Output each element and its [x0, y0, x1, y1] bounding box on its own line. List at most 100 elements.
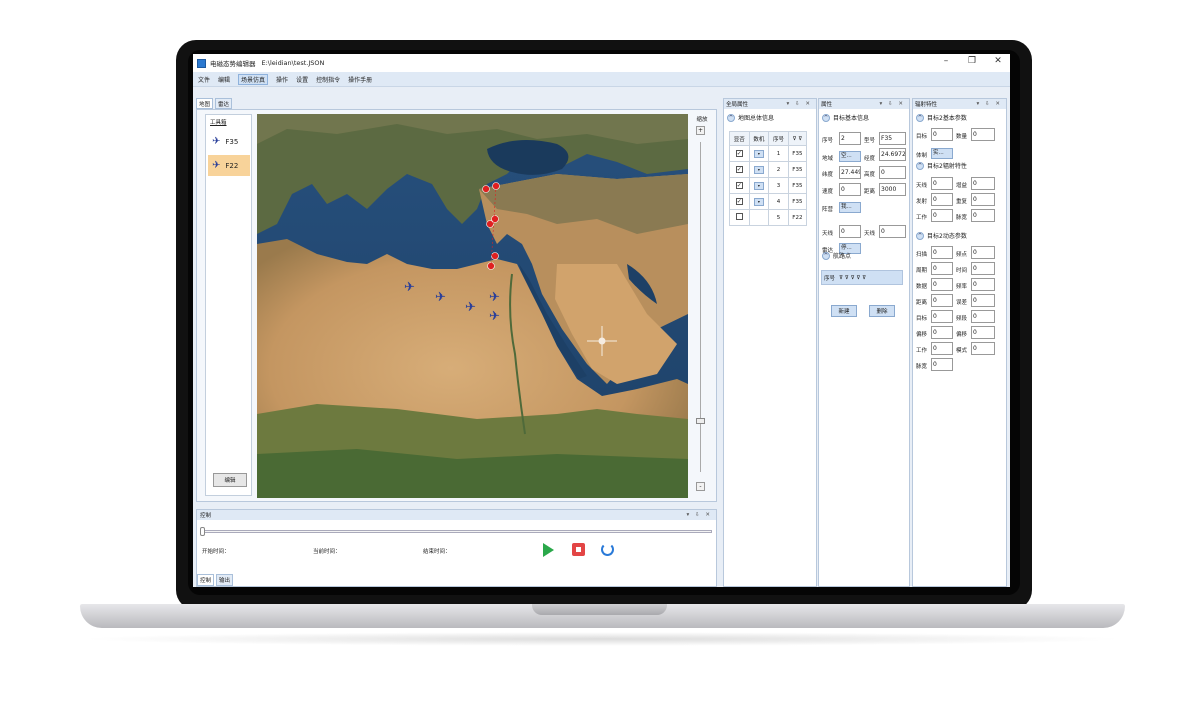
collapse-icon[interactable]: ^	[916, 113, 924, 122]
zoom-in-button[interactable]: +	[696, 126, 705, 135]
tool-f35[interactable]: ✈ F35	[208, 131, 250, 152]
param-field[interactable]: 0	[971, 246, 995, 259]
dropdown-icon[interactable]: ▾	[753, 197, 764, 206]
speed-field[interactable]: 0	[839, 183, 861, 196]
collapse-icon[interactable]: ^	[822, 251, 830, 260]
filter-icon[interactable]: ⊽ ⊽	[787, 131, 808, 146]
param-field[interactable]: 0	[931, 246, 953, 259]
close-button[interactable]: ✕	[991, 56, 1005, 66]
alt-field[interactable]: 0	[879, 166, 906, 179]
map-info-section[interactable]: ^ 地图总体信息	[727, 113, 816, 122]
dynamic-section[interactable]: ^ 目标2动态参数	[916, 231, 967, 240]
waypoint-marker[interactable]	[482, 185, 490, 193]
menu-operate[interactable]: 操作	[276, 75, 288, 84]
tab-map[interactable]: 地图	[196, 98, 214, 109]
collapse-icon[interactable]: ^	[822, 113, 830, 122]
domain-dropdown[interactable]: 空...	[839, 151, 861, 162]
param-field[interactable]: 0	[931, 358, 953, 371]
model-field[interactable]: F35	[879, 132, 906, 145]
dropdown-icon[interactable]: ▾	[753, 181, 764, 190]
stop-icon[interactable]	[572, 543, 585, 556]
basic-params-section[interactable]: ^ 目标2基本参数	[916, 113, 1006, 122]
menu-settings[interactable]: 设置	[296, 75, 308, 84]
param-field[interactable]: 0	[931, 177, 953, 190]
param-field[interactable]: 0	[971, 342, 995, 355]
camp-dropdown[interactable]: 我...	[839, 202, 861, 213]
show-checkbox[interactable]: ✓	[735, 182, 743, 189]
maximize-button[interactable]: ❐	[965, 56, 979, 66]
param-field[interactable]: 0	[971, 193, 995, 206]
pane-controls[interactable]: ▾ ⇩ ✕	[787, 101, 812, 107]
edit-button[interactable]: 编辑	[213, 473, 247, 487]
minimize-button[interactable]: –	[939, 56, 953, 66]
param-field[interactable]: 0	[931, 326, 953, 339]
timeline-track[interactable]	[202, 530, 712, 533]
delete-button[interactable]: 删除	[869, 305, 895, 317]
table-row[interactable]: ✓ ▾ 4 F35	[729, 193, 808, 210]
type-dropdown[interactable]: 实...	[931, 148, 953, 159]
dist-field[interactable]: 3000	[879, 183, 906, 196]
waypoint-marker[interactable]	[491, 252, 499, 260]
show-checkbox[interactable]	[735, 213, 743, 220]
menu-file[interactable]: 文件	[198, 75, 210, 84]
waypoint-marker[interactable]	[486, 220, 494, 228]
param-field[interactable]: 0	[971, 177, 995, 190]
param-field[interactable]: 0	[931, 278, 953, 291]
tool-f22[interactable]: ✈ F22	[208, 155, 250, 176]
zoom-slider-thumb[interactable]	[696, 418, 705, 424]
collapse-icon[interactable]: ^	[916, 161, 924, 170]
aircraft-icon[interactable]: ✈	[489, 309, 500, 324]
reset-icon[interactable]	[601, 543, 614, 556]
table-row[interactable]: 5 F22	[729, 209, 808, 226]
table-row[interactable]: ✓ ▾ 1 F35	[729, 145, 808, 162]
table-row[interactable]: ✓ ▾ 2 F35	[729, 161, 808, 178]
param-field[interactable]: 0	[971, 326, 995, 339]
param-field[interactable]: 0	[931, 128, 953, 141]
pane-controls[interactable]: ▾ ⇩ ✕	[687, 512, 712, 518]
waypoints-section[interactable]: ^ 航路点	[822, 251, 851, 260]
menu-control-command[interactable]: 控制指令	[316, 75, 340, 84]
zoom-out-button[interactable]: -	[696, 482, 705, 491]
param-field[interactable]: 0	[931, 209, 953, 222]
param-field[interactable]: 0	[971, 310, 995, 323]
tab-control[interactable]: 控制	[197, 574, 215, 586]
play-icon[interactable]	[543, 543, 554, 557]
aircraft-icon[interactable]: ✈	[404, 280, 415, 295]
param-field[interactable]: 0	[931, 294, 953, 307]
dropdown-icon[interactable]: ▾	[753, 149, 764, 158]
aircraft-icon[interactable]: ✈	[435, 290, 446, 305]
basic-info-section[interactable]: ^ 目标基本信息	[822, 113, 909, 122]
pane-controls[interactable]: ▾ ⇩ ✕	[880, 101, 905, 107]
antenna2-field[interactable]: 0	[879, 225, 906, 238]
tab-output[interactable]: 输出	[216, 574, 234, 586]
collapse-icon[interactable]: ^	[727, 113, 735, 122]
collapse-icon[interactable]: ^	[916, 231, 924, 240]
radiation-section[interactable]: ^ 目标2辐射特性	[916, 161, 967, 170]
pane-controls[interactable]: ▾ ⇩ ✕	[977, 101, 1002, 107]
lat-field[interactable]: 27.4492	[839, 166, 861, 179]
param-field[interactable]: 0	[971, 128, 995, 141]
param-field[interactable]: 0	[931, 310, 953, 323]
param-field[interactable]: 0	[931, 262, 953, 275]
menu-scenario-sim[interactable]: 场景仿真	[238, 73, 269, 85]
aircraft-icon[interactable]: ✈	[465, 300, 476, 315]
param-field[interactable]: 0	[971, 262, 995, 275]
show-checkbox[interactable]: ✓	[735, 150, 743, 157]
filter-icon[interactable]: ⊽ ⊽ ⊽ ⊽ ⊽	[839, 275, 866, 281]
menu-edit[interactable]: 编辑	[218, 75, 230, 84]
aircraft-icon[interactable]: ✈	[489, 290, 500, 305]
lon-field[interactable]: 24.6972	[879, 148, 906, 161]
param-field[interactable]: 0	[931, 193, 953, 206]
new-button[interactable]: 新建	[831, 305, 857, 317]
satellite-map[interactable]: ✈ ✈ ✈ ✈ ✈	[257, 114, 688, 498]
seq-field[interactable]: 2	[839, 132, 861, 145]
param-field[interactable]: 0	[931, 342, 953, 355]
tab-radar[interactable]: 雷达	[215, 98, 233, 109]
timeline-knob[interactable]	[200, 527, 205, 536]
param-field[interactable]: 0	[971, 278, 995, 291]
dropdown-icon[interactable]: ▾	[753, 165, 764, 174]
show-checkbox[interactable]: ✓	[735, 198, 743, 205]
table-row[interactable]: ✓ ▾ 3 F35	[729, 177, 808, 194]
antenna-field[interactable]: 0	[839, 225, 861, 238]
menu-manual[interactable]: 操作手册	[348, 75, 372, 84]
